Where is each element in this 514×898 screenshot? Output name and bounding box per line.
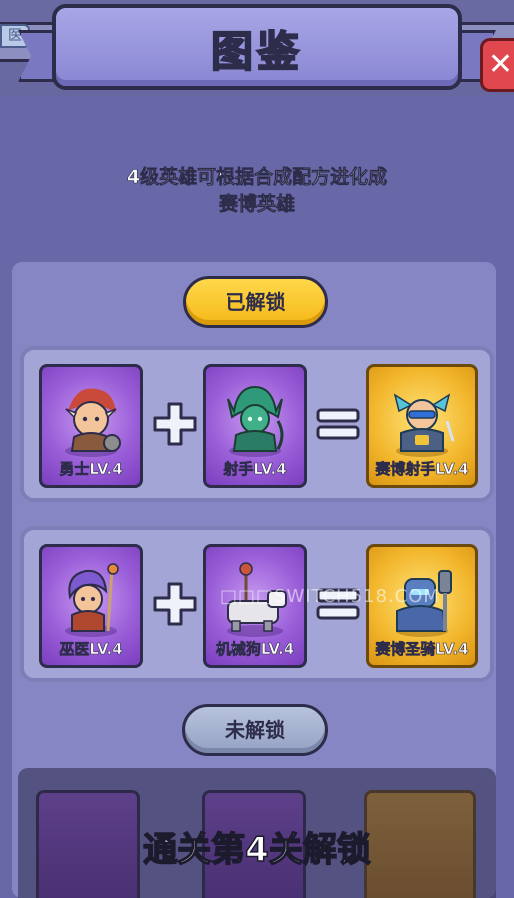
close-icon: ✕ [487, 47, 514, 82]
hero-label: 机械狗LV.4 [215, 640, 295, 659]
title-banner: 图鉴 [52, 4, 462, 90]
archer-portrait-icon [227, 385, 284, 457]
page-title: 图鉴 [210, 26, 303, 77]
watermark-text: □□□SWITCH518.COM [220, 586, 440, 607]
description-line-1: 4级英雄可根据合成配方进化成 [126, 166, 388, 189]
hero-label: 巫医LV.4 [59, 640, 123, 659]
hero-card-archer[interactable]: 射手LV.4 [203, 364, 307, 488]
shaman-portrait-icon [65, 563, 119, 637]
hero-label: 射手LV.4 [223, 460, 287, 479]
hero-card-cyber-archer[interactable]: 赛博射手LV.4 [366, 364, 478, 488]
close-button[interactable]: ✕ [480, 38, 514, 92]
hero-label: 赛博射手LV.4 [375, 460, 469, 479]
plus-icon [153, 402, 197, 446]
unlock-requirement-text: 通关第4关解锁 [142, 829, 371, 871]
codex-description: 4级英雄可根据合成配方进化成 赛博英雄 [40, 164, 474, 218]
equals-icon [316, 408, 360, 440]
hero-label: 赛博圣骑LV.4 [375, 640, 469, 659]
hero-label: 勇士LV.4 [59, 460, 123, 479]
warrior-portrait-icon [65, 388, 121, 457]
plus-icon [153, 582, 197, 626]
cyber-archer-portrait-icon [393, 393, 455, 457]
hero-card-warrior[interactable]: 勇士LV.4 [39, 364, 143, 488]
unlocked-section-header: 已解锁 [183, 276, 328, 328]
locked-section-header: 未解锁 [182, 704, 328, 756]
recipe-row: 勇士LV.4 射手LV.4 赛博射手LV.4 [20, 346, 494, 502]
description-line-2: 赛博英雄 [218, 193, 296, 216]
hero-card-shaman[interactable]: 巫医LV.4 [39, 544, 143, 668]
